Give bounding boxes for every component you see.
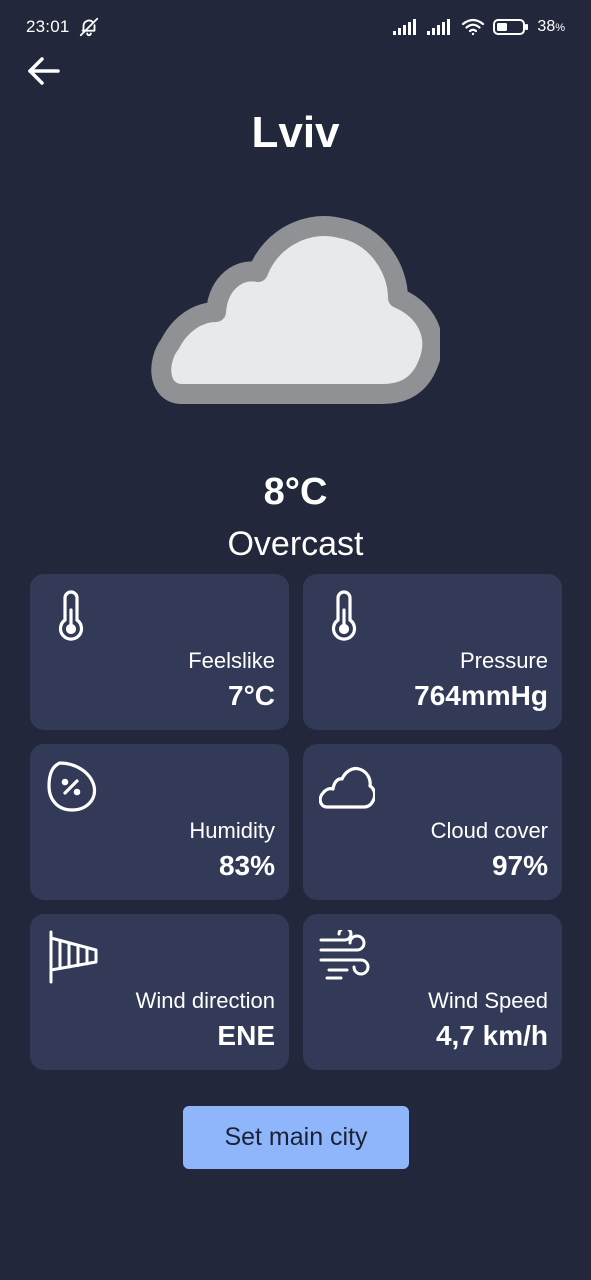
- card-value: 7°C: [228, 680, 275, 711]
- card-value: 83%: [218, 850, 275, 881]
- current-temperature: 8°C: [263, 471, 328, 513]
- status-icons: 38%: [393, 16, 565, 38]
- card-label: Humidity: [189, 818, 275, 843]
- battery-percent: 38%: [537, 18, 565, 35]
- humidity-card: Humidity 83%: [30, 744, 289, 900]
- status-time: 23:01: [26, 17, 70, 36]
- windsock-icon: [49, 930, 98, 984]
- cellular-signal-icon: [427, 19, 451, 35]
- wind-speed-card: Wind Speed 4,7 km/h: [303, 914, 562, 1070]
- card-label: Feelslike: [188, 648, 275, 673]
- card-label: Wind Speed: [428, 988, 548, 1013]
- pressure-card: Pressure 764mmHg: [303, 574, 562, 730]
- feelslike-card: Feelslike 7°C: [30, 574, 289, 730]
- battery-icon: [493, 19, 529, 35]
- card-label: Cloud cover: [430, 818, 548, 843]
- card-label: Pressure: [459, 648, 548, 673]
- weather-condition: Overcast: [227, 525, 364, 563]
- wind-icon: [319, 930, 370, 980]
- card-value: 4,7 km/h: [435, 1020, 548, 1051]
- cloud-icon: [151, 216, 440, 404]
- bell-muted-icon: [79, 17, 99, 37]
- card-label: Wind direction: [135, 988, 275, 1013]
- wifi-icon: [462, 18, 485, 36]
- status-bar: 23:01 38%: [0, 0, 591, 56]
- cloud-cover-card: Cloud cover 97%: [303, 744, 562, 900]
- card-value: 97%: [491, 850, 548, 881]
- thermometer-icon: [58, 590, 84, 641]
- set-main-city-button[interactable]: Set main city: [183, 1106, 409, 1169]
- cellular-signal-icon: [393, 19, 417, 35]
- cloud-outline-icon: [319, 766, 375, 809]
- back-button[interactable]: [24, 52, 64, 92]
- arrow-left-icon: [28, 57, 60, 85]
- humidity-drop-icon: [47, 761, 97, 812]
- card-value: 764mmHg: [414, 680, 548, 711]
- card-value: ENE: [217, 1020, 275, 1051]
- page-title: Lviv: [251, 108, 340, 157]
- wind-direction-card: Wind direction ENE: [30, 914, 289, 1070]
- thermometer-icon: [331, 590, 357, 641]
